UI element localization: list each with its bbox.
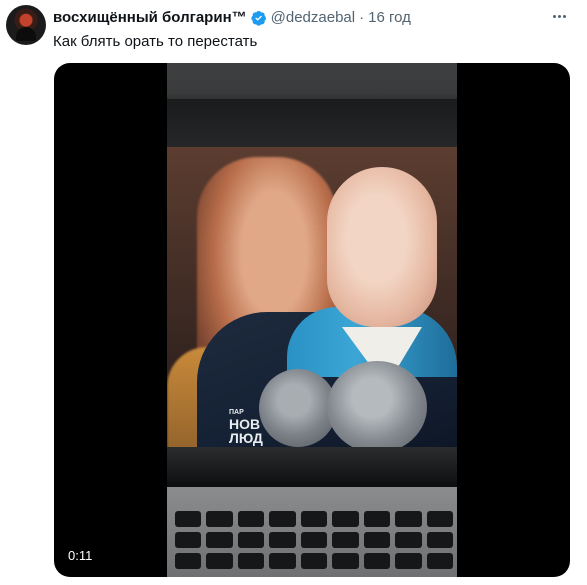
more-icon[interactable] bbox=[547, 6, 571, 26]
separator-dot: · bbox=[359, 9, 365, 26]
laptop-bottom-bezel bbox=[167, 447, 457, 487]
video-player[interactable]: ПАР НОВ ЛЮД 0:11 bbox=[54, 63, 570, 577]
verified-badge-icon bbox=[250, 10, 266, 26]
laptop-keyboard bbox=[173, 511, 455, 577]
laptop-bezel bbox=[167, 99, 457, 147]
tweet-time[interactable]: 16 год bbox=[368, 9, 411, 26]
tweet[interactable]: восхищённый болгарин™ @dedzaebal · 16 го… bbox=[0, 0, 587, 585]
microphone-right bbox=[327, 361, 427, 447]
author-handle[interactable]: @dedzaebal bbox=[271, 9, 355, 26]
author-display-name[interactable]: восхищённый болгарин™ bbox=[53, 9, 247, 26]
video-frame: ПАР НОВ ЛЮД bbox=[167, 63, 457, 577]
jacket-logo-text: ПАР НОВ ЛЮД bbox=[229, 409, 263, 445]
video-duration: 0:11 bbox=[62, 546, 99, 565]
tweet-text: Как блять орать то перестать bbox=[53, 33, 258, 50]
man-face bbox=[327, 167, 437, 327]
jacket-logo-main: НОВ ЛЮД bbox=[229, 416, 263, 446]
microphone-left bbox=[259, 369, 337, 447]
avatar[interactable] bbox=[6, 5, 46, 45]
tweet-header: восхищённый болгарин™ @dedzaebal · 16 го… bbox=[53, 9, 411, 26]
laptop-screen: ПАР НОВ ЛЮД bbox=[167, 147, 457, 447]
